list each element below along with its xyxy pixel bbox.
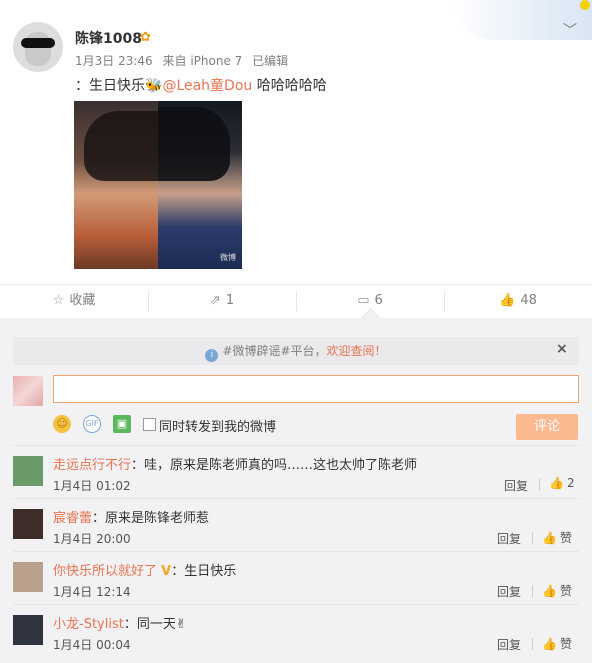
- comment-time: 1月4日 12:14: [53, 585, 131, 599]
- commenter-avatar[interactable]: [13, 562, 43, 592]
- favorite-label: 收藏: [69, 293, 96, 308]
- commenter-name[interactable]: 宸睿蕾: [53, 511, 92, 526]
- forward-label: 同时转发到我的微博: [159, 420, 277, 435]
- post-content: ：生日快乐🐝@Leah童Dou 哈哈哈哈哈: [75, 75, 327, 95]
- comment-body: ：生日快乐: [171, 564, 237, 579]
- gif-icon[interactable]: GIF: [83, 415, 101, 433]
- comment-input[interactable]: [53, 375, 579, 403]
- comment-text: 宸睿蕾：原来是陈锋老师惹: [53, 507, 209, 526]
- notice-text: #微博辟谣#平台，: [222, 344, 327, 358]
- comment-item: 你快乐所以就好了 V：生日快乐 1月4日 12:14 回复 👍 赞: [13, 551, 579, 604]
- notice-link[interactable]: 欢迎查阅！: [327, 344, 387, 358]
- close-icon[interactable]: ×: [556, 341, 568, 357]
- post-text-suffix: 哈哈哈哈哈: [252, 78, 327, 94]
- reply-button[interactable]: 回复: [497, 636, 521, 653]
- comment-text: 走远点行不行：哇，原来是陈老师真的吗……这也太帅了陈老师: [53, 454, 417, 473]
- commenter-name[interactable]: 你快乐所以就好了: [53, 564, 157, 579]
- divider: [532, 585, 533, 597]
- comment-text: 你快乐所以就好了 V：生日快乐: [53, 560, 236, 579]
- divider: [539, 479, 540, 491]
- vip-badge-icon[interactable]: ✿: [140, 30, 151, 45]
- reply-button[interactable]: 回复: [497, 583, 521, 600]
- commenter-name[interactable]: 走远点行不行: [53, 458, 131, 473]
- info-icon: i: [205, 349, 219, 362]
- post-meta: 1月3日 23:46 来自 iPhone 7 已编辑: [75, 52, 294, 69]
- notification-dot: [580, 0, 590, 10]
- post-source: 来自 iPhone 7: [162, 54, 243, 68]
- comment-like-label: 赞: [559, 531, 572, 545]
- post-edited[interactable]: 已编辑: [252, 54, 288, 68]
- author-name[interactable]: 陈锋1008: [75, 28, 142, 48]
- v-badge-icon: V: [161, 564, 172, 579]
- chevron-down-icon[interactable]: ﹀: [563, 20, 577, 40]
- comment-text: 小龙-Stylist：同一天✌: [53, 613, 187, 632]
- divider: [532, 638, 533, 650]
- comment-item: 宸睿蕾：原来是陈锋老师惹 1月4日 20:00 回复 👍 赞: [13, 498, 579, 551]
- comment-like-button[interactable]: 👍 赞: [542, 529, 572, 546]
- repost-button[interactable]: ⇗ 1: [148, 285, 296, 317]
- my-avatar: [13, 376, 43, 406]
- comment-like-label: 赞: [559, 637, 572, 651]
- author-avatar[interactable]: [13, 22, 63, 72]
- comment-panel: i #微博辟谣#平台，欢迎查阅！ × ☺ GIF ▣ 同时转发到我的微博 评论 走…: [0, 318, 592, 663]
- repost-icon: ⇗: [209, 293, 221, 308]
- thumbs-up-icon: 👍: [542, 637, 557, 651]
- like-button[interactable]: 👍 48: [444, 285, 592, 317]
- photo-hair-left: [84, 111, 158, 181]
- comment-count: 6: [374, 293, 383, 308]
- favorite-button[interactable]: ☆ 收藏: [0, 285, 148, 317]
- emoji-icon[interactable]: ☺: [53, 415, 71, 433]
- thumbs-up-icon: 👍: [542, 531, 557, 545]
- rumor-notice[interactable]: i #微博辟谣#平台，欢迎查阅！: [13, 337, 579, 365]
- divider: [532, 532, 533, 544]
- avatar-glasses: [21, 38, 55, 48]
- post-text: ：生日快乐: [75, 78, 145, 94]
- like-count: 48: [520, 293, 537, 308]
- post-photo[interactable]: 微博: [74, 101, 242, 269]
- comment-time: 1月4日 00:04: [53, 638, 131, 652]
- comment-like-label: 赞: [559, 584, 572, 598]
- reply-button[interactable]: 回复: [504, 477, 528, 494]
- photo-hair-right: [158, 107, 230, 181]
- commenter-name[interactable]: 小龙-Stylist: [53, 617, 124, 632]
- comment-like-button[interactable]: 👍 赞: [542, 582, 572, 599]
- comment-body: ：同一天✌: [123, 617, 187, 632]
- weibo-post: 陈锋1008 ✿ ﹀ 1月3日 23:46 来自 iPhone 7 已编辑 ：生…: [0, 0, 592, 318]
- commenter-avatar[interactable]: [13, 615, 43, 645]
- comment-item: 走远点行不行：哇，原来是陈老师真的吗……这也太帅了陈老师 1月4日 01:02 …: [13, 445, 579, 498]
- comment-like-button[interactable]: 👍 2: [549, 476, 575, 490]
- thumbs-up-icon: 👍: [542, 584, 557, 598]
- submit-comment-button[interactable]: 评论: [516, 414, 578, 440]
- forward-checkbox[interactable]: [143, 418, 156, 431]
- commenter-avatar[interactable]: [13, 509, 43, 539]
- post-date[interactable]: 1月3日 23:46: [75, 54, 153, 68]
- photo-watermark: 微博: [220, 253, 236, 262]
- comment-time: 1月4日 20:00: [53, 532, 131, 546]
- comment-body: ：哇，原来是陈老师真的吗……这也太帅了陈老师: [131, 458, 418, 473]
- mention-link[interactable]: @Leah童Dou: [162, 78, 252, 94]
- repost-count: 1: [225, 293, 235, 308]
- comment-like-count: 2: [566, 476, 575, 490]
- action-bar: ☆ 收藏 ⇗ 1 ▭ 6 👍 48: [0, 284, 592, 317]
- image-icon[interactable]: ▣: [113, 415, 131, 433]
- commenter-avatar[interactable]: [13, 456, 43, 486]
- thumbs-up-icon: 👍: [549, 476, 564, 490]
- reply-button[interactable]: 回复: [497, 530, 521, 547]
- comment-like-button[interactable]: 👍 赞: [542, 635, 572, 652]
- bee-emoji-icon: 🐝: [145, 78, 163, 94]
- comment-item: 小龙-Stylist：同一天✌ 1月4日 00:04 回复 👍 赞: [13, 604, 579, 657]
- thumbs-up-icon: 👍: [499, 293, 516, 308]
- star-icon: ☆: [52, 293, 65, 308]
- comment-body: ：原来是陈锋老师惹: [92, 511, 210, 526]
- comment-time: 1月4日 01:02: [53, 479, 131, 493]
